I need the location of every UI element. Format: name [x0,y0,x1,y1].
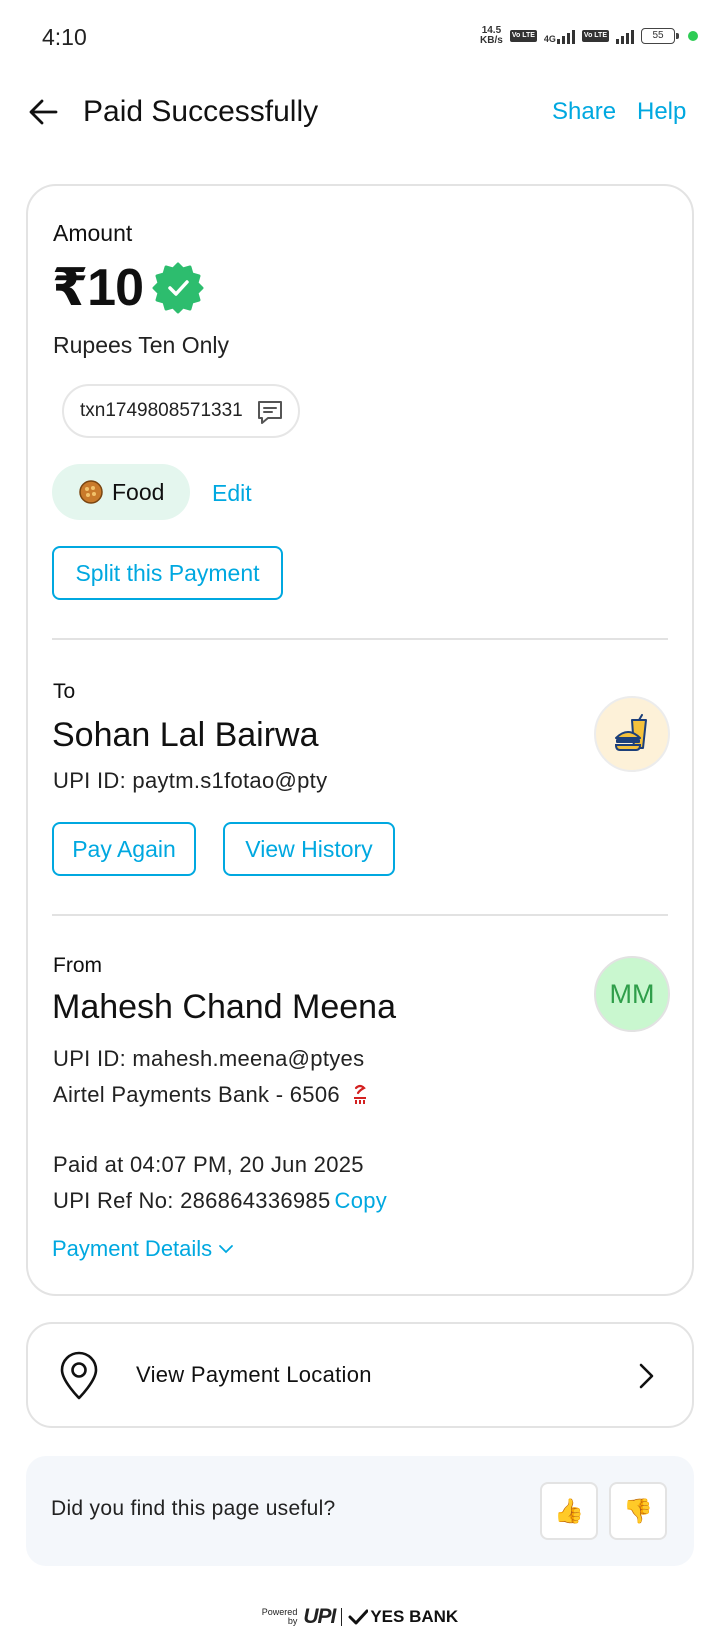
transaction-note: txn1749808571331 [80,400,243,421]
thumbs-down-button[interactable]: 👎 [609,1482,667,1540]
footer-separator [341,1608,343,1626]
feedback-question: Did you find this page useful? [51,1497,336,1520]
chevron-right-icon [639,1363,654,1389]
back-button[interactable] [26,94,62,130]
transaction-note-pill[interactable]: txn1749808571331 [62,384,300,438]
back-arrow-icon [29,99,58,125]
battery-icon: 55 [641,28,679,44]
help-button[interactable]: Help [637,98,686,126]
upi-logo: UPI [303,1605,336,1628]
payment-details-label: Payment Details [52,1236,213,1261]
upi-ref-row: UPI Ref No: 286864336985 Copy [53,1188,387,1214]
verified-badge-icon [152,262,204,314]
yes-bank-logo: YES BANK [348,1607,458,1627]
thumbs-up-button[interactable]: 👍 [540,1482,598,1540]
amount-value: ₹10 [52,259,144,317]
payee-name: Sohan Lal Bairwa [52,716,319,754]
powered-by-footer: Powered by UPI YES BANK [0,1602,720,1632]
view-payment-location-card[interactable]: View Payment Location [26,1322,694,1428]
divider [52,914,668,916]
payer-bank-account: Airtel Payments Bank - 6506 [53,1082,368,1108]
category-label: Food [112,478,165,505]
from-label: From [53,954,102,977]
copy-ref-button[interactable]: Copy [335,1188,388,1213]
food-bowl-icon [79,480,103,504]
feedback-section: Did you find this page useful? 👍 👎 [26,1456,694,1566]
divider [52,638,668,640]
app-header: Paid Successfully Share Help [0,78,720,148]
payee-avatar [594,696,670,772]
upi-ref-number: UPI Ref No: 286864336985 [53,1188,331,1213]
view-history-button[interactable]: View History [223,822,395,876]
payment-details-toggle[interactable]: Payment Details [52,1236,234,1262]
privacy-indicator-dot [688,31,698,41]
bank-account-text: Airtel Payments Bank - 6506 [53,1082,340,1107]
to-label: To [53,680,76,703]
network-speed: 14.5 KB/s [480,25,503,46]
edit-category-button[interactable]: Edit [212,480,252,507]
food-drink-merchant-icon [614,714,647,751]
thumbs-down-icon: 👎 [623,1497,653,1525]
pay-again-button[interactable]: Pay Again [52,822,196,876]
view-payment-location-label: View Payment Location [136,1362,372,1387]
split-payment-button[interactable]: Split this Payment [52,546,283,600]
payee-upi-id: UPI ID: paytm.s1fotao@pty [53,768,328,793]
thumbs-up-icon: 👍 [554,1497,584,1525]
signal-4g-icon: 4G [544,28,575,44]
status-bar: 4:10 14.5 KB/s Vo LTE 4G Vo LTE 55 [0,0,720,78]
amount-label: Amount [53,220,133,246]
payment-summary-card: Amount ₹10 Rupees Ten Only txn1749808571… [26,184,694,1296]
category-chip[interactable]: Food [52,464,190,520]
page-title: Paid Successfully [83,95,319,128]
payer-name: Mahesh Chand Meena [52,988,397,1026]
payer-avatar: MM [594,956,670,1032]
amount-in-words: Rupees Ten Only [53,332,230,358]
volte-icon-2: Vo LTE [581,30,609,42]
share-button[interactable]: Share [552,98,616,126]
status-time: 4:10 [42,24,87,50]
powered-by-text: Powered by [261,1607,298,1626]
message-icon[interactable] [256,399,284,425]
airtel-bank-icon [353,1084,366,1104]
signal-icon [616,28,634,44]
location-pin-icon [60,1351,98,1400]
yes-bank-tick-icon [348,1609,369,1625]
status-icons: 14.5 KB/s Vo LTE 4G Vo LTE 55 [480,26,698,46]
chevron-down-icon [219,1245,234,1254]
paid-at-timestamp: Paid at 04:07 PM, 20 Jun 2025 [53,1152,364,1177]
volte-icon: Vo LTE [509,30,537,42]
payer-upi-id: UPI ID: mahesh.meena@ptyes [53,1046,365,1071]
